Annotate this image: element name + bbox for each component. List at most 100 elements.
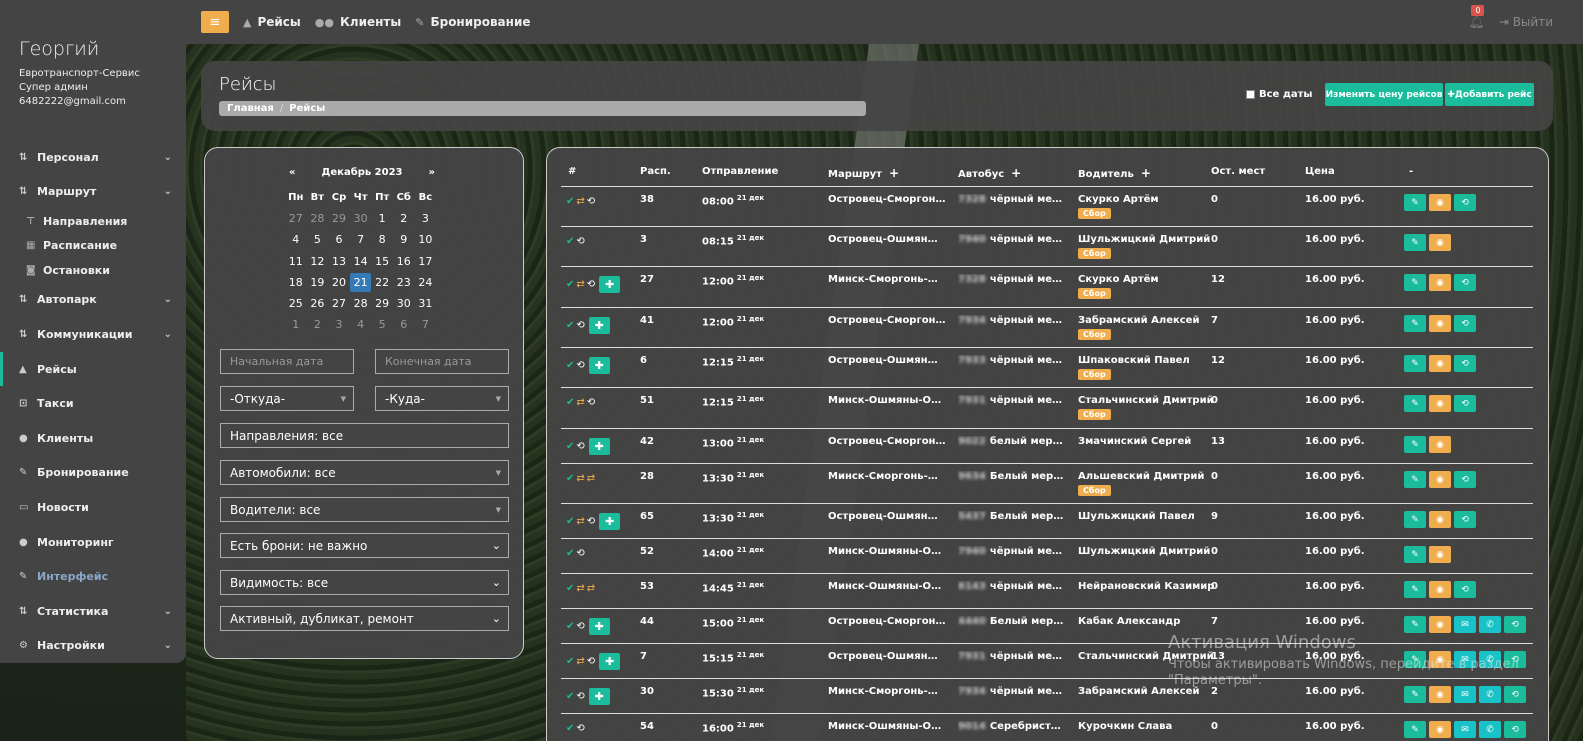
bus[interactable]: 7940чёрный мерсе... — [958, 234, 1066, 245]
calendar-day[interactable]: 1 — [371, 212, 393, 225]
col-driver[interactable]: Водитель + — [1078, 166, 1151, 180]
route[interactable]: Островец-Сморгонь-М... — [828, 436, 946, 447]
add-booking-button[interactable]: ✚ — [588, 357, 610, 374]
visibility-select[interactable]: Видимость: все ⌄ — [220, 570, 509, 595]
sidebar-item-news[interactable]: ▭ Новости — [0, 490, 186, 525]
calendar-day[interactable]: 30 — [393, 297, 415, 310]
history-button[interactable]: ⟲ — [1504, 721, 1526, 738]
notifications-button[interactable]: 🔔︎ 0 — [1468, 4, 1485, 30]
view-button[interactable]: ◉ — [1429, 355, 1451, 372]
calendar-day[interactable]: 23 — [393, 276, 415, 289]
bus[interactable]: 7328чёрный мерсе... — [958, 194, 1066, 205]
calendar-day[interactable]: 9 — [393, 233, 415, 246]
add-booking-button[interactable]: ✚ — [588, 618, 610, 635]
calendar-next-button[interactable]: » — [429, 167, 435, 178]
view-button[interactable]: ◉ — [1429, 581, 1451, 598]
edit-button[interactable]: ✎ — [1404, 471, 1426, 488]
driver[interactable]: Шпаковский Павел Сбор — [1078, 355, 1190, 380]
message-button[interactable]: ✉ — [1454, 616, 1476, 633]
history-button[interactable]: ⟲ — [1454, 194, 1476, 211]
view-button[interactable]: ◉ — [1429, 511, 1451, 528]
view-button[interactable]: ◉ — [1429, 395, 1451, 412]
add-booking-button[interactable]: ✚ — [599, 513, 621, 530]
edit-button[interactable]: ✎ — [1404, 315, 1426, 332]
bus[interactable]: 7934чёрный мерсе... — [958, 686, 1066, 697]
logout-button[interactable]: ⇥ Выйти — [1499, 15, 1553, 29]
driver[interactable]: Скурко Артём Сбор — [1078, 194, 1159, 219]
calendar-day[interactable]: 4 — [350, 318, 372, 331]
calendar-day[interactable]: 29 — [371, 297, 393, 310]
status-select[interactable]: Активный, дубликат, ремонт ⌄ — [220, 606, 509, 631]
edit-button[interactable]: ✎ — [1404, 581, 1426, 598]
calendar-day[interactable]: 7 — [350, 233, 372, 246]
view-button[interactable]: ◉ — [1429, 546, 1451, 563]
plus-icon[interactable]: + — [889, 166, 899, 180]
driver[interactable]: Забрамский Алексей Сбор — [1078, 315, 1199, 340]
sidebar-item-directions[interactable]: ⊤ Направления — [0, 209, 186, 234]
calendar-day[interactable]: 17 — [415, 255, 437, 268]
all-dates-checkbox[interactable] — [1246, 90, 1255, 99]
view-button[interactable]: ◉ — [1429, 234, 1451, 251]
route[interactable]: Островец-Ошмяны-М... — [828, 511, 946, 522]
calendar-day[interactable]: 10 — [415, 233, 437, 246]
history-button[interactable]: ⟲ — [1454, 315, 1476, 332]
sidebar-item-trips[interactable]: ▲ Рейсы — [0, 351, 186, 387]
top-link-trips[interactable]: ▲ Рейсы — [243, 15, 301, 29]
route[interactable]: Минск-Ошмяны-Остро... — [828, 546, 946, 557]
history-button[interactable]: ⟲ — [1454, 274, 1476, 291]
sidebar-item-settings[interactable]: ⚙ Настройки ⌄ — [0, 629, 186, 664]
route[interactable]: Островец-Ошмяны-М... — [828, 651, 946, 662]
driver[interactable]: Нейрановский Казимир — [1078, 581, 1214, 592]
sidebar-item-interface[interactable]: ✎ Интерфейс — [0, 559, 186, 594]
calendar-day[interactable]: 5 — [371, 318, 393, 331]
all-dates-toggle[interactable]: Все даты — [1246, 89, 1312, 100]
bus[interactable]: 7933чёрный мерсе... — [958, 355, 1066, 366]
bus[interactable]: 4440Белый мерсед... — [958, 616, 1066, 627]
add-booking-button[interactable]: ✚ — [599, 276, 621, 293]
calendar-day[interactable]: 3 — [415, 212, 437, 225]
route[interactable]: Островец-Сморгонь-М... — [828, 315, 946, 326]
add-booking-button[interactable]: ✚ — [588, 317, 610, 334]
directions-select[interactable]: Направления: все — [220, 423, 509, 448]
call-button[interactable]: ✆ — [1479, 721, 1501, 738]
calendar-day[interactable]: 26 — [307, 297, 329, 310]
calendar-day[interactable]: 6 — [328, 233, 350, 246]
to-select[interactable]: -Куда- ▼ — [375, 386, 509, 411]
calendar-day[interactable]: 7 — [415, 318, 437, 331]
edit-button[interactable]: ✎ — [1404, 234, 1426, 251]
calendar-day[interactable]: 20 — [328, 276, 350, 289]
sidebar-item-stops[interactable]: ◙ Остановки — [0, 258, 186, 283]
calendar-day[interactable]: 13 — [328, 255, 350, 268]
calendar-day[interactable]: 8 — [371, 233, 393, 246]
calendar-day[interactable]: 1 — [285, 318, 307, 331]
route[interactable]: Минск-Ошмяны-Остро... — [828, 395, 946, 406]
route[interactable]: Минск-Ошмяны-Остро... — [828, 721, 946, 732]
change-price-button[interactable]: Изменить цену рейсов — [1325, 83, 1443, 106]
calendar-day[interactable]: 31 — [415, 297, 437, 310]
breadcrumb-home[interactable]: Главная — [227, 103, 274, 114]
add-trip-button[interactable]: ✚ Добавить рейс — [1445, 83, 1534, 106]
top-link-booking[interactable]: ✎ Бронирование — [415, 15, 530, 29]
route[interactable]: Минск-Сморгонь-Остр... — [828, 686, 946, 697]
col-price[interactable]: Цена — [1305, 166, 1335, 177]
bus[interactable]: 7940чёрный мерсе... — [958, 546, 1066, 557]
driver[interactable]: Змачинский Сергей — [1078, 436, 1191, 447]
driver[interactable]: Альшевский Дмитрий Сбор — [1078, 471, 1204, 496]
edit-button[interactable]: ✎ — [1404, 511, 1426, 528]
view-button[interactable]: ◉ — [1429, 315, 1451, 332]
driver[interactable]: Курочкин Слава — [1078, 721, 1172, 732]
call-button[interactable]: ✆ — [1479, 616, 1501, 633]
calendar-day[interactable]: 12 — [307, 255, 329, 268]
calendar-prev-button[interactable]: « — [289, 167, 295, 178]
sidebar-item-booking[interactable]: ✎ Бронирование — [0, 456, 186, 491]
driver[interactable]: Скурко Артём Сбор — [1078, 274, 1159, 299]
sidebar-item-personnel[interactable]: ⇅ Персонал ⌄ — [0, 140, 186, 175]
bus[interactable]: 9634Белый мерседе... — [958, 471, 1066, 482]
sidebar-item-statistics[interactable]: ⇅ Статистика ⌄ — [0, 594, 186, 629]
add-booking-button[interactable]: ✚ — [588, 438, 610, 455]
calendar-day[interactable]: 19 — [307, 276, 329, 289]
calendar-month[interactable]: Декабрь 2023 — [321, 167, 402, 178]
sidebar-item-taxi[interactable]: ⊡ Такси — [0, 386, 186, 421]
route[interactable]: Минск-Сморгонь-Остр... — [828, 274, 946, 285]
cars-select[interactable]: Автомобили: все ▼ — [220, 460, 509, 485]
